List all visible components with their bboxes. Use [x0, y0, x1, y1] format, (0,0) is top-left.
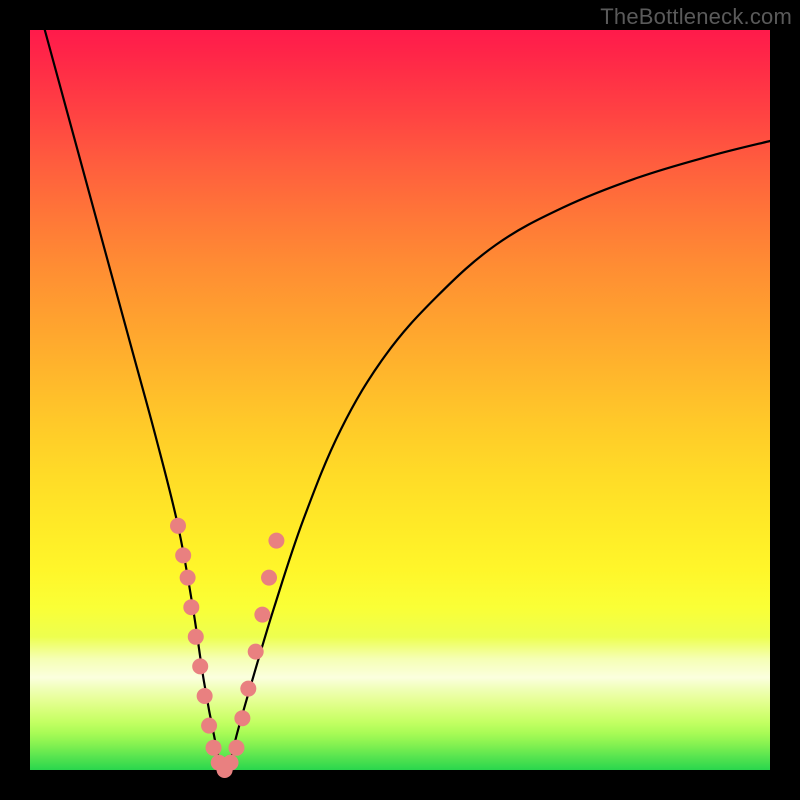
highlight-marker: [268, 533, 284, 549]
highlight-markers: [170, 518, 284, 778]
highlight-marker: [188, 629, 204, 645]
highlight-marker: [248, 644, 264, 660]
highlight-marker: [240, 681, 256, 697]
highlight-marker: [223, 755, 239, 771]
plot-area: [30, 30, 770, 770]
highlight-marker: [175, 547, 191, 563]
watermark-text: TheBottleneck.com: [600, 4, 792, 30]
highlight-marker: [183, 599, 199, 615]
highlight-marker: [254, 607, 270, 623]
bottleneck-curve: [45, 30, 770, 771]
highlight-marker: [234, 710, 250, 726]
highlight-marker: [180, 570, 196, 586]
chart-frame: TheBottleneck.com: [0, 0, 800, 800]
highlight-marker: [228, 740, 244, 756]
chart-svg: [30, 30, 770, 770]
highlight-marker: [192, 658, 208, 674]
highlight-marker: [201, 718, 217, 734]
highlight-marker: [261, 570, 277, 586]
highlight-marker: [170, 518, 186, 534]
highlight-marker: [206, 740, 222, 756]
highlight-marker: [197, 688, 213, 704]
